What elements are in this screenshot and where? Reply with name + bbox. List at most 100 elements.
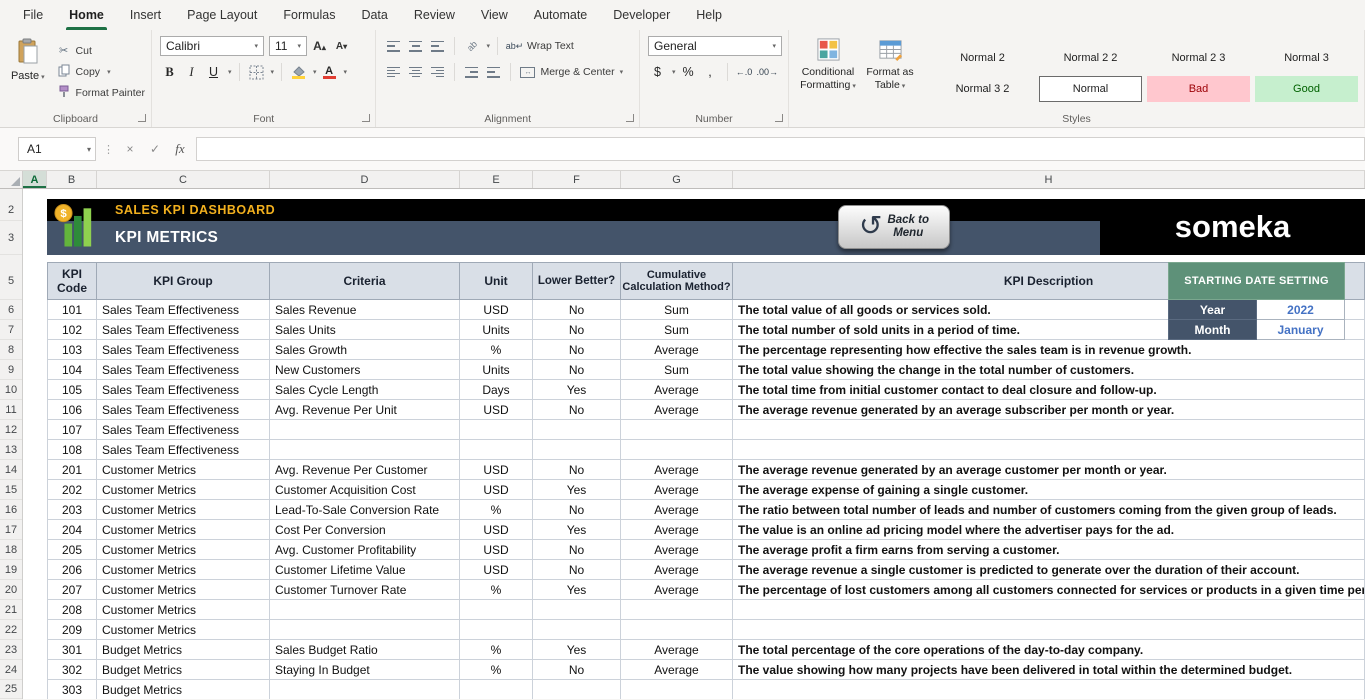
clipboard-dialog-launcher[interactable]: [138, 114, 146, 122]
cell-kpi-code[interactable]: 303: [47, 680, 97, 699]
fill-color-button[interactable]: [289, 62, 308, 82]
column-header-g[interactable]: G: [621, 171, 733, 188]
bottom-align-button[interactable]: [428, 36, 447, 56]
ribbon-tab-data[interactable]: Data: [348, 0, 400, 30]
cell-lower-better[interactable]: No: [533, 400, 621, 420]
cell-calc-method[interactable]: Average: [621, 580, 733, 600]
cell-criteria[interactable]: Avg. Customer Profitability: [270, 540, 460, 560]
cell-kpi-description[interactable]: The value showing how many projects have…: [733, 660, 1365, 680]
font-name-combo[interactable]: Calibri ▾: [160, 36, 264, 56]
header-lower-better[interactable]: Lower Better?: [533, 262, 621, 300]
row-header-22[interactable]: 22: [0, 620, 22, 640]
row-header-24[interactable]: 24: [0, 660, 22, 680]
row-header-25[interactable]: 25: [0, 680, 22, 699]
cell-kpi-group[interactable]: Customer Metrics: [97, 620, 270, 640]
cell-kpi-code[interactable]: 103: [47, 340, 97, 360]
row-header-14[interactable]: 14: [0, 460, 22, 480]
ribbon-tab-automate[interactable]: Automate: [521, 0, 601, 30]
cell-criteria[interactable]: [270, 440, 460, 460]
cell-kpi-code[interactable]: 101: [47, 300, 97, 320]
cell-criteria[interactable]: Sales Cycle Length: [270, 380, 460, 400]
cell-lower-better[interactable]: Yes: [533, 640, 621, 660]
cell-kpi-group[interactable]: Sales Team Effectiveness: [97, 380, 270, 400]
decrease-decimal-button[interactable]: .00→: [757, 62, 779, 82]
cell-calc-method[interactable]: [621, 420, 733, 440]
cell-unit[interactable]: Units: [460, 320, 533, 340]
align-left-button[interactable]: [384, 62, 403, 82]
ribbon-tab-formulas[interactable]: Formulas: [270, 0, 348, 30]
font-size-combo[interactable]: 11 ▾: [269, 36, 307, 56]
cell-lower-better[interactable]: No: [533, 460, 621, 480]
cell-unit[interactable]: USD: [460, 480, 533, 500]
cell-unit[interactable]: %: [460, 500, 533, 520]
align-right-button[interactable]: [428, 62, 447, 82]
insert-function-button[interactable]: fx: [171, 141, 189, 157]
cell-style-normal-3-2[interactable]: Normal 3 2: [931, 76, 1034, 102]
row-header-10[interactable]: 10: [0, 380, 22, 400]
cell-unit[interactable]: Days: [460, 380, 533, 400]
cell-calc-method[interactable]: Average: [621, 640, 733, 660]
cell-calc-method[interactable]: Average: [621, 500, 733, 520]
cell-kpi-code[interactable]: 105: [47, 380, 97, 400]
cell-lower-better[interactable]: [533, 440, 621, 460]
cell-unit[interactable]: USD: [460, 560, 533, 580]
row-header-21[interactable]: 21: [0, 600, 22, 620]
column-header-d[interactable]: D: [270, 171, 460, 188]
cell-kpi-description[interactable]: The average revenue generated by an aver…: [733, 400, 1365, 420]
cell-unit[interactable]: USD: [460, 400, 533, 420]
cell-lower-better[interactable]: [533, 620, 621, 640]
cell-calc-method[interactable]: [621, 440, 733, 460]
cell-lower-better[interactable]: No: [533, 340, 621, 360]
ribbon-tab-developer[interactable]: Developer: [600, 0, 683, 30]
cell-unit[interactable]: USD: [460, 520, 533, 540]
cell-criteria[interactable]: Cost Per Conversion: [270, 520, 460, 540]
underline-button[interactable]: U: [204, 62, 223, 82]
cut-button[interactable]: ✂ Cut: [57, 42, 145, 59]
cell-lower-better[interactable]: No: [533, 540, 621, 560]
cell-kpi-code[interactable]: 204: [47, 520, 97, 540]
orientation-button[interactable]: ab: [462, 36, 481, 56]
alignment-dialog-launcher[interactable]: [626, 114, 634, 122]
column-header-f[interactable]: F: [533, 171, 621, 188]
cell-kpi-description[interactable]: The percentage representing how effectiv…: [733, 340, 1365, 360]
format-painter-button[interactable]: Format Painter: [57, 84, 145, 101]
row-header-23[interactable]: 23: [0, 640, 22, 660]
ribbon-tab-home[interactable]: Home: [56, 0, 117, 30]
cell-kpi-description[interactable]: [733, 680, 1365, 699]
cell-kpi-code[interactable]: 201: [47, 460, 97, 480]
row-header-8[interactable]: 8: [0, 340, 22, 360]
cell-kpi-group[interactable]: Sales Team Effectiveness: [97, 360, 270, 380]
header-cumulative-calc-method[interactable]: Cumulative Calculation Method?: [621, 262, 733, 300]
cell-kpi-group[interactable]: Customer Metrics: [97, 520, 270, 540]
cell-calc-method[interactable]: [621, 600, 733, 620]
cell-calc-method[interactable]: Average: [621, 460, 733, 480]
ribbon-tab-help[interactable]: Help: [683, 0, 735, 30]
select-all-corner[interactable]: [0, 171, 23, 188]
cell-unit[interactable]: [460, 680, 533, 699]
cell-kpi-description[interactable]: [733, 600, 1365, 620]
bold-button[interactable]: B: [160, 62, 179, 82]
column-header-a[interactable]: A: [23, 171, 47, 188]
cell-criteria[interactable]: Customer Acquisition Cost: [270, 480, 460, 500]
merge-center-button[interactable]: ↔: [518, 62, 537, 82]
percent-style-button[interactable]: %: [679, 62, 698, 82]
row-header-9[interactable]: 9: [0, 360, 22, 380]
cell-lower-better[interactable]: No: [533, 300, 621, 320]
cell-kpi-code[interactable]: 107: [47, 420, 97, 440]
header-kpi-group[interactable]: KPI Group: [97, 262, 270, 300]
cell-calc-method[interactable]: Average: [621, 400, 733, 420]
cell-kpi-code[interactable]: 301: [47, 640, 97, 660]
cell-kpi-group[interactable]: Customer Metrics: [97, 560, 270, 580]
increase-font-size-button[interactable]: A▴: [310, 36, 329, 56]
cell-lower-better[interactable]: Yes: [533, 480, 621, 500]
cell-calc-method[interactable]: Average: [621, 560, 733, 580]
formula-input[interactable]: [196, 137, 1365, 161]
row-header-11[interactable]: 11: [0, 400, 22, 420]
cell-lower-better[interactable]: No: [533, 500, 621, 520]
italic-button[interactable]: I: [182, 62, 201, 82]
wrap-text-button[interactable]: ab↵: [505, 36, 524, 56]
column-header-e[interactable]: E: [460, 171, 533, 188]
cell-kpi-description[interactable]: The total percentage of the core operati…: [733, 640, 1365, 660]
cell-kpi-description[interactable]: [733, 440, 1365, 460]
ribbon-tab-review[interactable]: Review: [401, 0, 468, 30]
